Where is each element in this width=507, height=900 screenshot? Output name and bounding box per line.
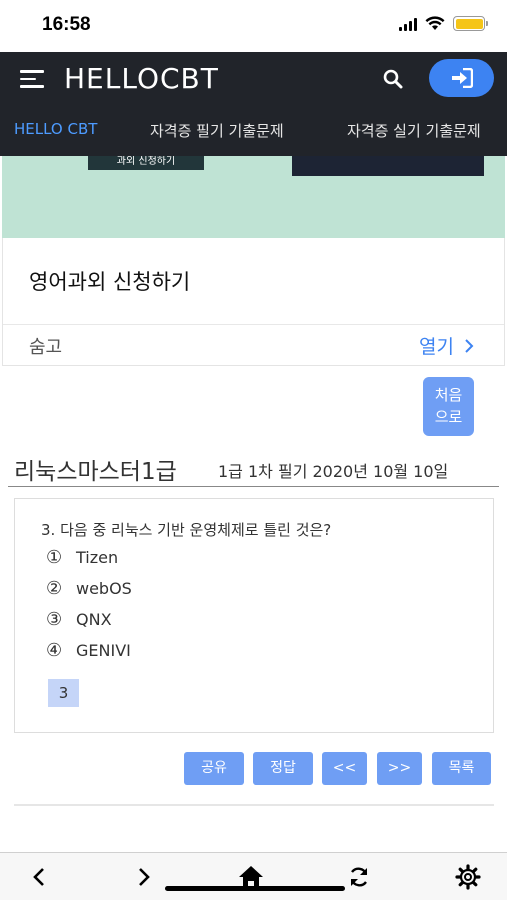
option-4[interactable]: ④ GENIVI [46,640,131,661]
signal-icon [399,17,417,31]
question-text: 3. 다음 중 리눅스 기반 운영체제로 틀린 것은? [41,521,332,539]
back-icon[interactable] [25,863,53,891]
exam-name: 리눅스마스터1급 [14,459,177,485]
option-number: ② [46,578,63,599]
option-2[interactable]: ② webOS [46,578,132,599]
login-icon [451,68,473,88]
answer-chip: 3 [48,679,79,707]
ad-footer: 숨고 열기 [3,324,504,366]
exam-heading: 리눅스마스터1급 1급 1차 필기 2020년 10월 10일 [8,450,499,487]
hamburger-icon[interactable] [20,70,44,88]
share-button[interactable]: 공유 [184,752,244,785]
nav-tabs: HELLO CBT 자격증 필기 기출문제 자격증 실기 기출문제 [0,114,507,146]
battery-icon [453,16,488,31]
option-number: ③ [46,609,63,630]
option-number: ① [46,547,63,568]
tab-practical-exams[interactable]: 자격증 실기 기출문제 [347,120,481,141]
divider [14,804,494,806]
exam-session: 1급 1차 필기 2020년 10월 10일 [218,462,449,481]
forward-icon[interactable] [130,863,158,891]
tab-written-exams[interactable]: 자격증 필기 기출문제 [150,120,284,141]
option-label: GENIVI [76,641,131,660]
banner-photo [292,156,484,176]
go-to-top-button[interactable]: 처음 으로 [423,377,474,436]
answer-button[interactable]: 정답 [253,752,313,785]
refresh-icon[interactable] [345,863,373,891]
ad-card: 영어과외 신청하기 숨고 열기 [2,238,505,366]
ad-open-link[interactable]: 열기 [419,332,474,359]
bottom-toolbar [0,852,507,900]
ad-hide-label: 숨고 [29,337,63,358]
home-indicator [165,886,345,891]
ad-open-label: 열기 [419,336,454,358]
ad-title[interactable]: 영어과외 신청하기 [29,266,190,296]
tab-hello-cbt[interactable]: HELLO CBT [14,120,97,138]
status-bar: 16:58 [0,0,507,52]
status-icons [399,16,488,31]
option-number: ④ [46,640,63,661]
question-card: 3. 다음 중 리눅스 기반 운영체제로 틀린 것은? ① Tizen ② we… [14,498,494,733]
app-title[interactable]: HELLOCBT [64,62,219,95]
list-button[interactable]: 목록 [432,752,491,785]
app-header: HELLOCBT HELLO CBT 자격증 필기 기출문제 자격증 실기 기출… [0,52,507,156]
next-button[interactable]: >> [377,752,422,785]
gear-icon[interactable] [454,863,482,891]
search-icon[interactable] [382,68,404,90]
prev-button[interactable]: << [322,752,367,785]
login-button[interactable] [429,59,494,97]
banner-image-caption: 과외 신청하기 [88,156,204,170]
option-1[interactable]: ① Tizen [46,547,118,568]
top-button-line1: 처음 [434,386,463,404]
status-time: 16:58 [42,14,91,35]
option-3[interactable]: ③ QNX [46,609,112,630]
ad-banner-image[interactable]: 과외 신청하기 [2,156,505,238]
wifi-icon [425,16,445,30]
top-button-line2: 으로 [434,408,463,426]
option-label: webOS [76,579,132,598]
option-label: QNX [76,610,112,629]
chevron-right-icon [465,338,474,353]
option-label: Tizen [76,548,119,567]
